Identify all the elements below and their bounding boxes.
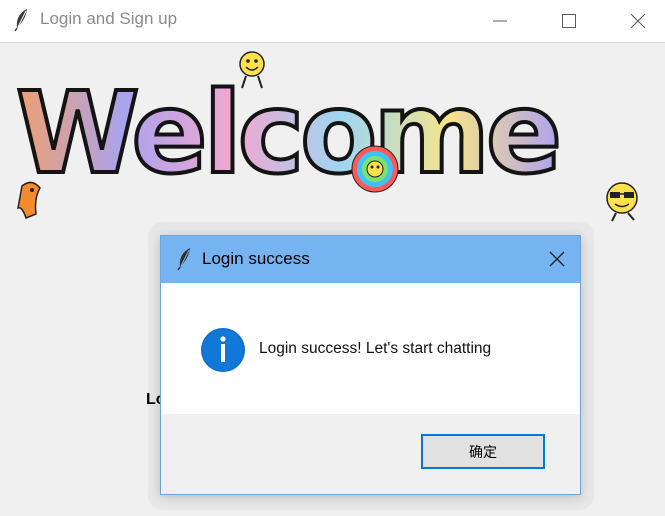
dialog-message: Login success! Let's start chatting [259,340,492,357]
welcome-banner: Welcome [10,48,650,228]
dialog-footer: 确定 [161,414,580,494]
close-icon [549,251,565,267]
window-titlebar: Login and Sign up [0,0,665,43]
window-title: Login and Sign up [40,9,178,28]
info-icon [200,327,246,373]
sunglasses-smiley-icon [606,182,638,222]
smiley-icon [239,51,265,89]
dialog-close-button[interactable] [533,236,580,283]
maximize-button[interactable] [546,0,592,42]
dialog-title: Login success [202,249,310,268]
creature-icon [16,181,41,219]
ok-button[interactable]: 确定 [421,434,545,469]
target-face-icon [351,145,399,193]
close-button[interactable] [615,0,661,42]
welcome-text: Welcome [14,69,564,199]
login-success-dialog: Login success Login success! Let's start… [160,235,581,495]
minimize-button[interactable] [477,0,523,42]
feather-icon [176,247,194,271]
dialog-titlebar[interactable]: Login success [161,236,580,283]
feather-icon [12,8,32,32]
